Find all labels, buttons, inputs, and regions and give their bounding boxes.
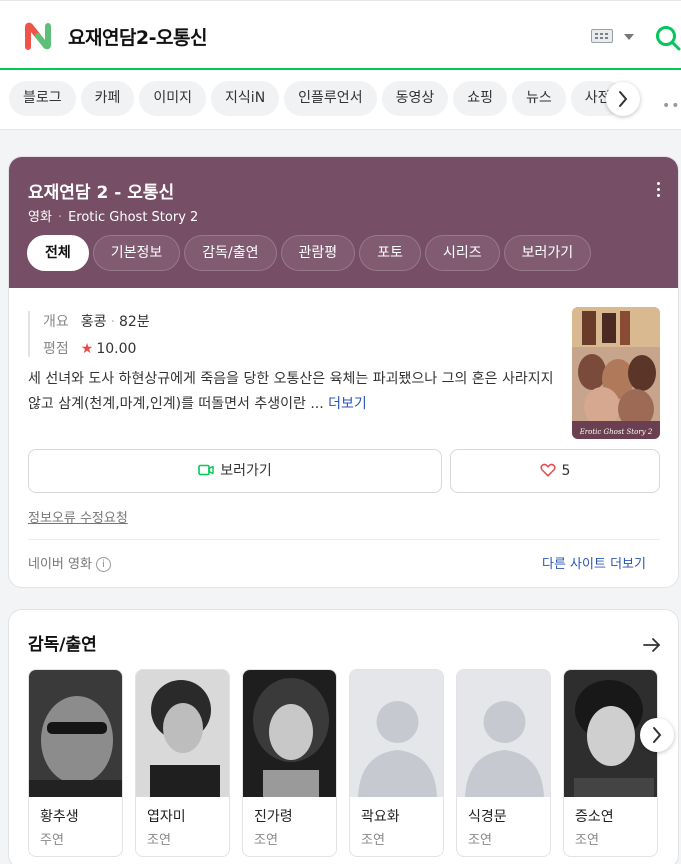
info-icon[interactable]: i (95, 557, 111, 572)
tab-influencer[interactable]: 인플루언서 (284, 81, 377, 116)
source-label: 네이버 영화 i (28, 553, 111, 572)
subtab-reviews[interactable]: 관람평 (280, 235, 356, 271)
person-name: 엽자미 (147, 809, 186, 825)
video-camera-icon (198, 464, 214, 476)
heart-icon (539, 463, 556, 477)
person-name: 진가령 (254, 809, 293, 825)
cast-list: 황추생 주연 엽자미 조연 진가령 조연 곽요화 조연 식경문 조연 증소연 조… (28, 669, 670, 857)
cast-person[interactable]: 진가령 조연 (242, 669, 337, 857)
search-query-text[interactable]: 요재연담2-오통신 (68, 23, 207, 50)
like-button[interactable]: 5 (450, 449, 660, 493)
chevron-down-icon[interactable] (624, 34, 634, 40)
tab-video[interactable]: 동영상 (381, 81, 449, 116)
person-name: 황추생 (40, 809, 79, 825)
subtab-watch[interactable]: 보러가기 (503, 235, 592, 271)
movie-poster[interactable]: Erotic Ghost Story 2 (572, 307, 660, 439)
tab-kin[interactable]: 지식iN (211, 81, 280, 116)
person-photo-placeholder (350, 670, 443, 797)
cast-person[interactable]: 곽요화 조연 (349, 669, 444, 857)
tab-image[interactable]: 이미지 (139, 81, 207, 116)
person-role: 조연 (147, 833, 171, 848)
subtab-series[interactable]: 시리즈 (424, 235, 500, 271)
tab-shopping[interactable]: 쇼핑 (453, 81, 507, 116)
movie-category: 영화 (28, 210, 52, 225)
person-role: 조연 (468, 833, 492, 848)
chevron-right-icon (653, 727, 662, 743)
overview-label: 개요 (43, 314, 69, 330)
person-role: 주연 (40, 833, 64, 848)
keyboard-icon[interactable] (591, 29, 613, 43)
cast-person[interactable]: 식경문 조연 (456, 669, 551, 857)
tab-cafe[interactable]: 카페 (80, 81, 135, 116)
movie-runtime: 82분 (118, 314, 150, 330)
star-icon: ★ (80, 341, 94, 357)
watch-button-label: 보러가기 (220, 463, 272, 479)
more-menu-icon[interactable]: ••• (662, 98, 681, 114)
cast-person[interactable]: 황추생 주연 (28, 669, 123, 857)
report-error-link[interactable]: 정보오류 수정요청 (28, 507, 128, 526)
rating-row: 평점 ★ 10.00 (43, 338, 136, 358)
movie-title[interactable]: 요재연담 2 - 오통신 (28, 178, 174, 203)
person-name: 증소연 (575, 809, 614, 825)
cast-section-title[interactable]: 감독/출연 (28, 630, 97, 655)
kebab-menu-icon[interactable] (652, 182, 664, 202)
tabs-scroll-next-button[interactable] (606, 82, 640, 116)
cast-person[interactable]: 증소연 조연 (563, 669, 658, 857)
search-icon[interactable] (655, 25, 681, 51)
synopsis-text: 세 선녀와 도사 하현상규에게 죽음을 당한 오통산은 육체는 파괴됐으나 그의… (28, 371, 554, 412)
movie-info-card: 요재연담 2 - 오통신 영화 · Erotic Ghost Story 2 전체 기… (8, 156, 679, 588)
naver-logo-icon[interactable] (24, 22, 52, 50)
info-divider-bar (28, 311, 30, 357)
movie-synopsis: 세 선녀와 도사 하현상규에게 죽음을 당한 오통산은 육체는 파괴됐으나 그의… (28, 367, 558, 417)
subtab-all[interactable]: 전체 (27, 235, 89, 271)
movie-country: 홍콩 (80, 314, 107, 330)
cast-card: 감독/출연 황추생 주연 엽자미 조연 진가령 조연 곽요화 조연 식경문 조연… (8, 609, 679, 864)
search-tabs: 블로그 카페 이미지 지식iN 인플루언서 동영상 쇼핑 뉴스 사전 (9, 81, 630, 116)
other-sites-link[interactable]: 다른 사이트 더보기 (542, 553, 646, 572)
tab-blog[interactable]: 블로그 (9, 81, 76, 116)
person-photo (29, 670, 122, 797)
overview-row: 개요 홍콩 · 82분 (43, 311, 150, 331)
subtab-cast[interactable]: 감독/출연 (184, 235, 277, 271)
cast-scroll-next-button[interactable] (640, 718, 674, 752)
cast-person[interactable]: 엽자미 조연 (135, 669, 230, 857)
person-role: 조연 (254, 833, 278, 848)
rating-value: 10.00 (96, 341, 137, 357)
search-tabs-bar: 블로그카페이미지지식iN인플루언서동영상쇼핑뉴스사전 ••• (0, 70, 681, 130)
search-header: 요재연담2-오통신 (0, 0, 681, 70)
chevron-right-icon (619, 91, 628, 107)
person-role: 조연 (361, 833, 385, 848)
person-name: 곽요화 (361, 809, 400, 825)
watch-button[interactable]: 보러가기 (28, 449, 442, 493)
movie-subtabs: 전체 기본정보 감독/출연 관람평 포토 시리즈 보러가기 (27, 235, 595, 271)
person-photo-placeholder (457, 670, 550, 797)
arrow-right-icon[interactable] (643, 637, 661, 653)
person-name: 식경문 (468, 809, 507, 825)
movie-subtitle: 영화 · Erotic Ghost Story 2 (28, 206, 198, 225)
divider (28, 539, 660, 540)
tab-news[interactable]: 뉴스 (511, 81, 566, 116)
separator-dot: · (110, 314, 115, 330)
poster-caption: Erotic Ghost Story 2 (579, 428, 653, 436)
person-photo (243, 670, 336, 797)
movie-card-header: 요재연담 2 - 오통신 영화 · Erotic Ghost Story 2 전체 기… (9, 157, 678, 288)
person-role: 조연 (575, 833, 599, 848)
separator-dot: · (57, 210, 63, 225)
synopsis-more-link[interactable]: 더보기 (328, 396, 367, 412)
subtab-basic-info[interactable]: 기본정보 (92, 235, 181, 271)
poster-image: Erotic Ghost Story 2 (572, 307, 660, 439)
subtab-photos[interactable]: 포토 (359, 235, 421, 271)
person-photo (136, 670, 229, 797)
source-name: 네이버 영화 (28, 557, 92, 572)
rating-label: 평점 (43, 341, 69, 357)
movie-original-title: Erotic Ghost Story 2 (68, 210, 199, 225)
like-count: 5 (561, 463, 571, 479)
